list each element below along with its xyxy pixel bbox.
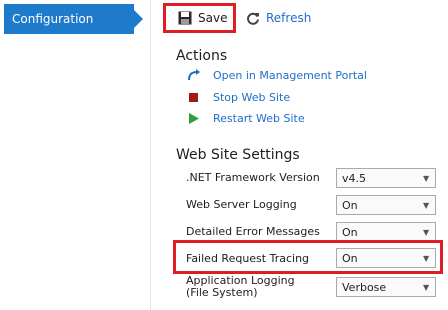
net-framework-version-label: .NET Framework Version [186, 171, 320, 184]
failed-request-tracing-select[interactable]: On ▼ [336, 248, 436, 268]
restart-web-site-link[interactable]: Restart Web Site [186, 111, 305, 126]
chevron-down-icon: ▼ [423, 253, 430, 263]
save-icon [177, 11, 192, 26]
application-logging-select[interactable]: Verbose ▼ [336, 277, 436, 297]
refresh-label: Refresh [266, 10, 312, 25]
refresh-button[interactable]: Refresh [245, 10, 311, 25]
detailed-error-messages-select[interactable]: On ▼ [336, 222, 436, 242]
chevron-down-icon: ▼ [423, 227, 430, 237]
failed-request-tracing-label: Failed Request Tracing [186, 252, 310, 265]
chevron-down-icon: ▼ [423, 282, 430, 292]
stop-icon [186, 90, 201, 105]
sidebar: Configuration [0, 0, 151, 310]
chevron-down-icon: ▼ [423, 173, 430, 183]
chevron-down-icon: ▼ [423, 200, 430, 210]
application-logging-label: Application Logging (File System) [186, 274, 295, 299]
web-server-logging-select[interactable]: On ▼ [336, 195, 436, 215]
net-framework-version-select[interactable]: v4.5 ▼ [336, 168, 436, 188]
sidebar-item-label: Configuration [12, 12, 94, 26]
sidebar-item-configuration[interactable]: Configuration [4, 4, 143, 34]
action-label: Stop Web Site [213, 91, 291, 104]
stop-web-site-link[interactable]: Stop Web Site [186, 90, 290, 105]
web-server-logging-label: Web Server Logging [186, 198, 297, 211]
select-value: On [342, 251, 358, 265]
save-label: Save [198, 11, 228, 25]
actions-title: Actions [176, 48, 228, 64]
save-button[interactable]: Save [163, 3, 236, 33]
select-value: v4.5 [342, 171, 367, 185]
select-value: On [342, 198, 358, 212]
action-label: Open in Management Portal [213, 69, 367, 82]
open-portal-icon [186, 68, 201, 83]
open-management-portal-link[interactable]: Open in Management Portal [186, 68, 367, 83]
play-icon [186, 111, 201, 126]
detailed-error-messages-label: Detailed Error Messages [186, 225, 320, 238]
web-site-settings-title: Web Site Settings [176, 147, 300, 163]
refresh-icon [245, 10, 260, 25]
action-label: Restart Web Site [213, 112, 305, 125]
select-value: On [342, 225, 358, 239]
select-value: Verbose [342, 280, 387, 294]
